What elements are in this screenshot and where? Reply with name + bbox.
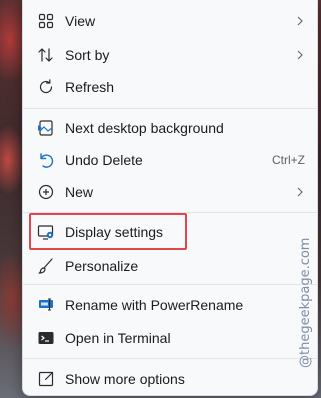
menu-item-personalize[interactable]: Personalize <box>29 250 313 282</box>
menu-item-label: Refresh <box>65 79 115 95</box>
menu-item-open-in-terminal[interactable]: Open in Terminal <box>29 322 313 354</box>
menu-item-refresh[interactable]: Refresh <box>29 71 313 103</box>
menu-item-label: View <box>65 13 96 29</box>
plus-circle-icon <box>37 183 55 201</box>
desktop-context-menu: View Sort by Refresh Next desktop backgr… <box>22 0 318 396</box>
highlight-box <box>29 213 187 250</box>
sort-icon <box>37 46 55 64</box>
menu-item-label: Sort by <box>65 47 110 63</box>
undo-icon <box>37 151 55 169</box>
next-background-icon <box>37 119 55 137</box>
terminal-icon <box>37 329 55 347</box>
menu-item-show-more-options[interactable]: Show more options <box>29 363 313 395</box>
menu-item-label: Show more options <box>65 371 185 387</box>
brush-icon <box>37 257 55 275</box>
menu-separator <box>23 108 317 109</box>
menu-item-undo-delete[interactable]: Undo Delete Ctrl+Z <box>29 144 313 176</box>
menu-item-next-desktop-background[interactable]: Next desktop background <box>29 112 313 144</box>
grid-icon <box>37 12 55 30</box>
menu-item-label: New <box>65 184 94 200</box>
menu-item-rename-with-powerrename[interactable]: Rename with PowerRename <box>29 289 313 321</box>
menu-separator <box>23 358 317 359</box>
watermark-text: @thegeekpage.com <box>298 237 313 368</box>
menu-item-label: Next desktop background <box>65 120 224 136</box>
menu-item-label: Rename with PowerRename <box>65 297 244 313</box>
show-more-icon <box>37 370 55 388</box>
keyboard-shortcut: Ctrl+Z <box>272 153 305 167</box>
chevron-right-icon <box>293 13 307 29</box>
menu-item-new[interactable]: New <box>29 176 313 208</box>
chevron-right-icon <box>293 184 307 200</box>
menu-item-label: Undo Delete <box>65 152 143 168</box>
menu-separator <box>23 284 317 285</box>
menu-item-label: Open in Terminal <box>65 330 171 346</box>
power-rename-icon <box>37 296 55 314</box>
menu-item-view[interactable]: View <box>29 5 313 37</box>
menu-item-sort-by[interactable]: Sort by <box>29 39 313 71</box>
chevron-right-icon <box>293 47 307 63</box>
refresh-icon <box>37 78 55 96</box>
menu-item-label: Personalize <box>65 258 139 274</box>
